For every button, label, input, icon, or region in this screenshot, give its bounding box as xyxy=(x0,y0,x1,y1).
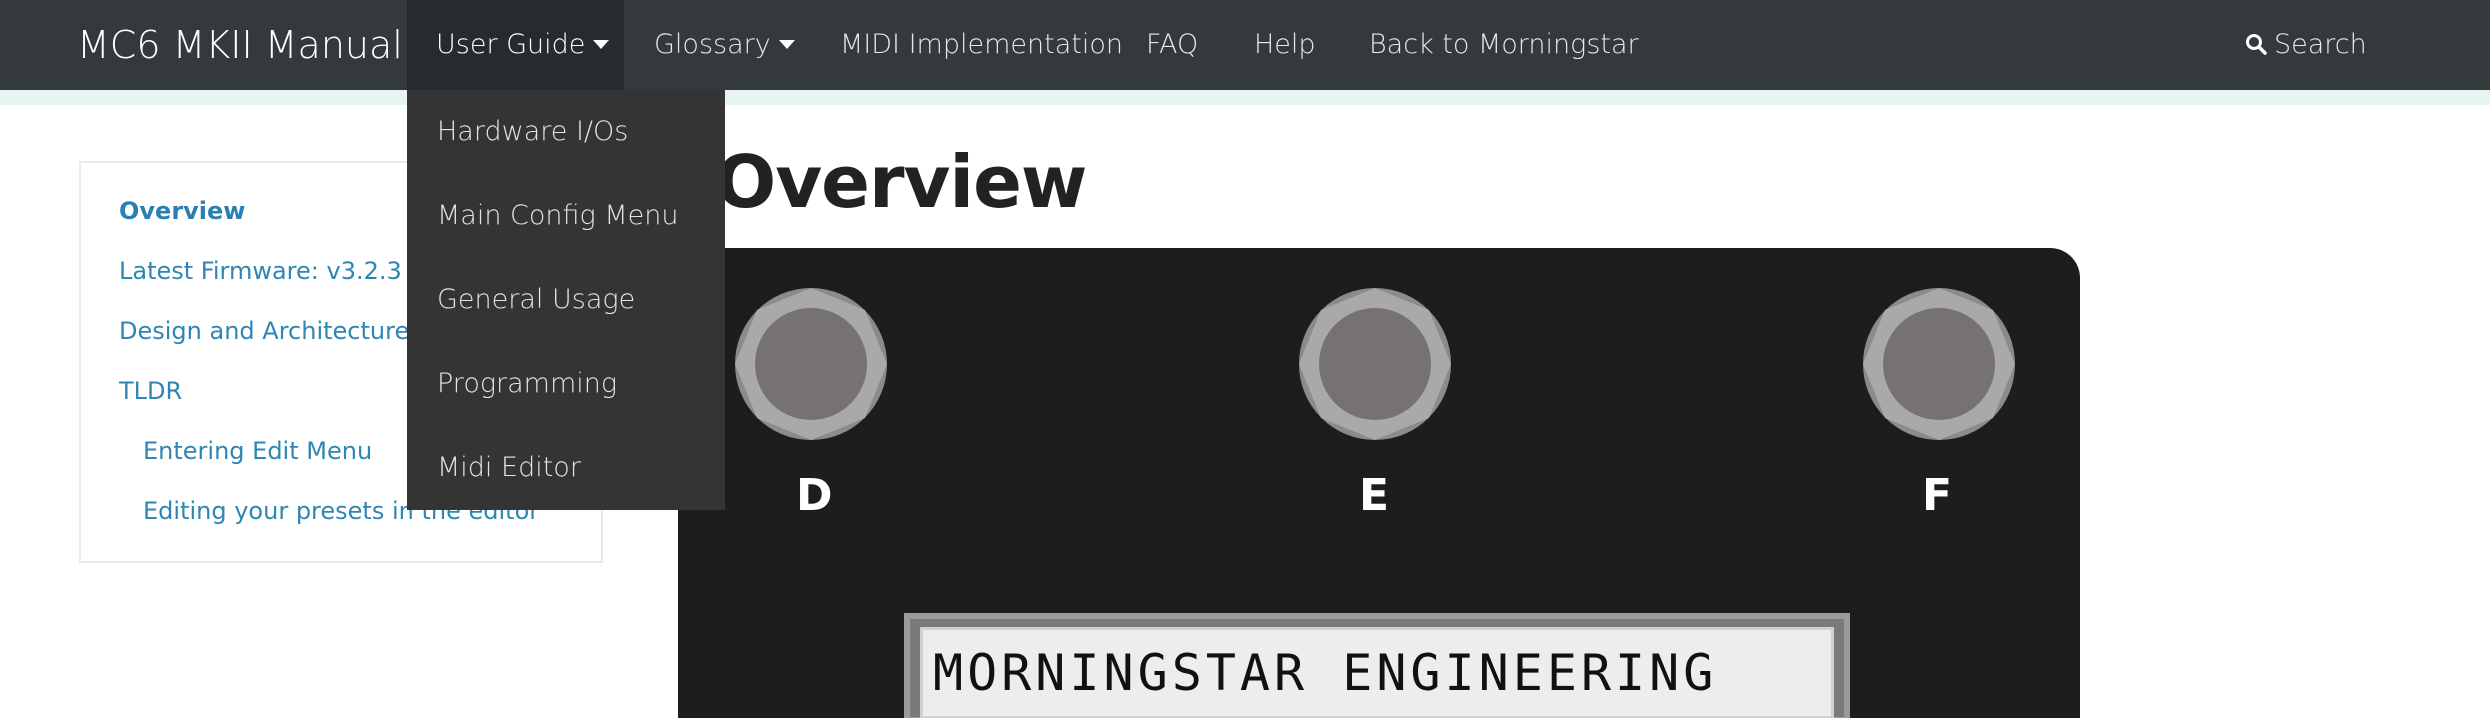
nav-glossary-label: Glossary xyxy=(654,29,771,60)
dropdown-item-midi-editor[interactable]: Midi Editor xyxy=(437,452,581,483)
switch-label-e: E xyxy=(1359,470,1390,521)
nav-faq[interactable]: FAQ xyxy=(1146,0,1198,90)
nav-glossary[interactable]: Glossary xyxy=(654,0,795,90)
nav-user-guide-label: User Guide xyxy=(436,29,586,60)
toc-entering-edit-menu[interactable]: Entering Edit Menu xyxy=(143,437,372,465)
brand-title[interactable]: MC6 MKII Manual xyxy=(77,0,403,90)
dropdown-item-general-usage[interactable]: General Usage xyxy=(437,284,635,315)
footswitch-e-icon xyxy=(1299,288,1451,440)
footswitch-d-icon xyxy=(735,288,887,440)
caret-down-icon xyxy=(778,39,795,49)
lcd-bezel: MORNINGSTAR ENGINEERING xyxy=(904,613,1850,718)
lcd-screen: MORNINGSTAR ENGINEERING xyxy=(920,627,1834,718)
search-button[interactable]: Search xyxy=(2244,0,2367,90)
device-image: D E F MORNINGSTAR ENGINEERING xyxy=(678,248,2080,718)
user-guide-dropdown: Hardware I/Os Main Config Menu General U… xyxy=(407,90,725,510)
toc-latest-firmware[interactable]: Latest Firmware: v3.2.3 xyxy=(119,257,402,285)
nav-help[interactable]: Help xyxy=(1254,0,1316,90)
nav-back-to-morningstar[interactable]: Back to Morningstar xyxy=(1369,0,1639,90)
nav-midi-implementation[interactable]: MIDI Implementation xyxy=(840,0,1123,90)
footswitch-f-icon xyxy=(1863,288,2015,440)
toc-tldr[interactable]: TLDR xyxy=(119,377,182,405)
dropdown-item-main-config-menu[interactable]: Main Config Menu xyxy=(437,200,678,231)
switch-label-d: D xyxy=(796,470,833,521)
navbar-underline xyxy=(0,90,2490,105)
dropdown-item-programming[interactable]: Programming xyxy=(437,368,617,399)
lcd-text: MORNINGSTAR ENGINEERING xyxy=(933,644,1718,702)
switch-label-f: F xyxy=(1922,470,1953,521)
toc-overview[interactable]: Overview xyxy=(119,197,245,225)
dropdown-item-hardware-ios[interactable]: Hardware I/Os xyxy=(437,116,628,147)
toc-design-architecture[interactable]: Design and Architecture xyxy=(119,317,409,345)
top-navbar: MC6 MKII Manual User Guide Glossary MIDI… xyxy=(0,0,2490,90)
search-icon xyxy=(2246,33,2267,55)
page-title: Overview xyxy=(715,140,1087,224)
caret-down-icon xyxy=(593,39,610,49)
nav-user-guide[interactable]: User Guide xyxy=(407,0,624,90)
search-label: Search xyxy=(2274,29,2367,60)
